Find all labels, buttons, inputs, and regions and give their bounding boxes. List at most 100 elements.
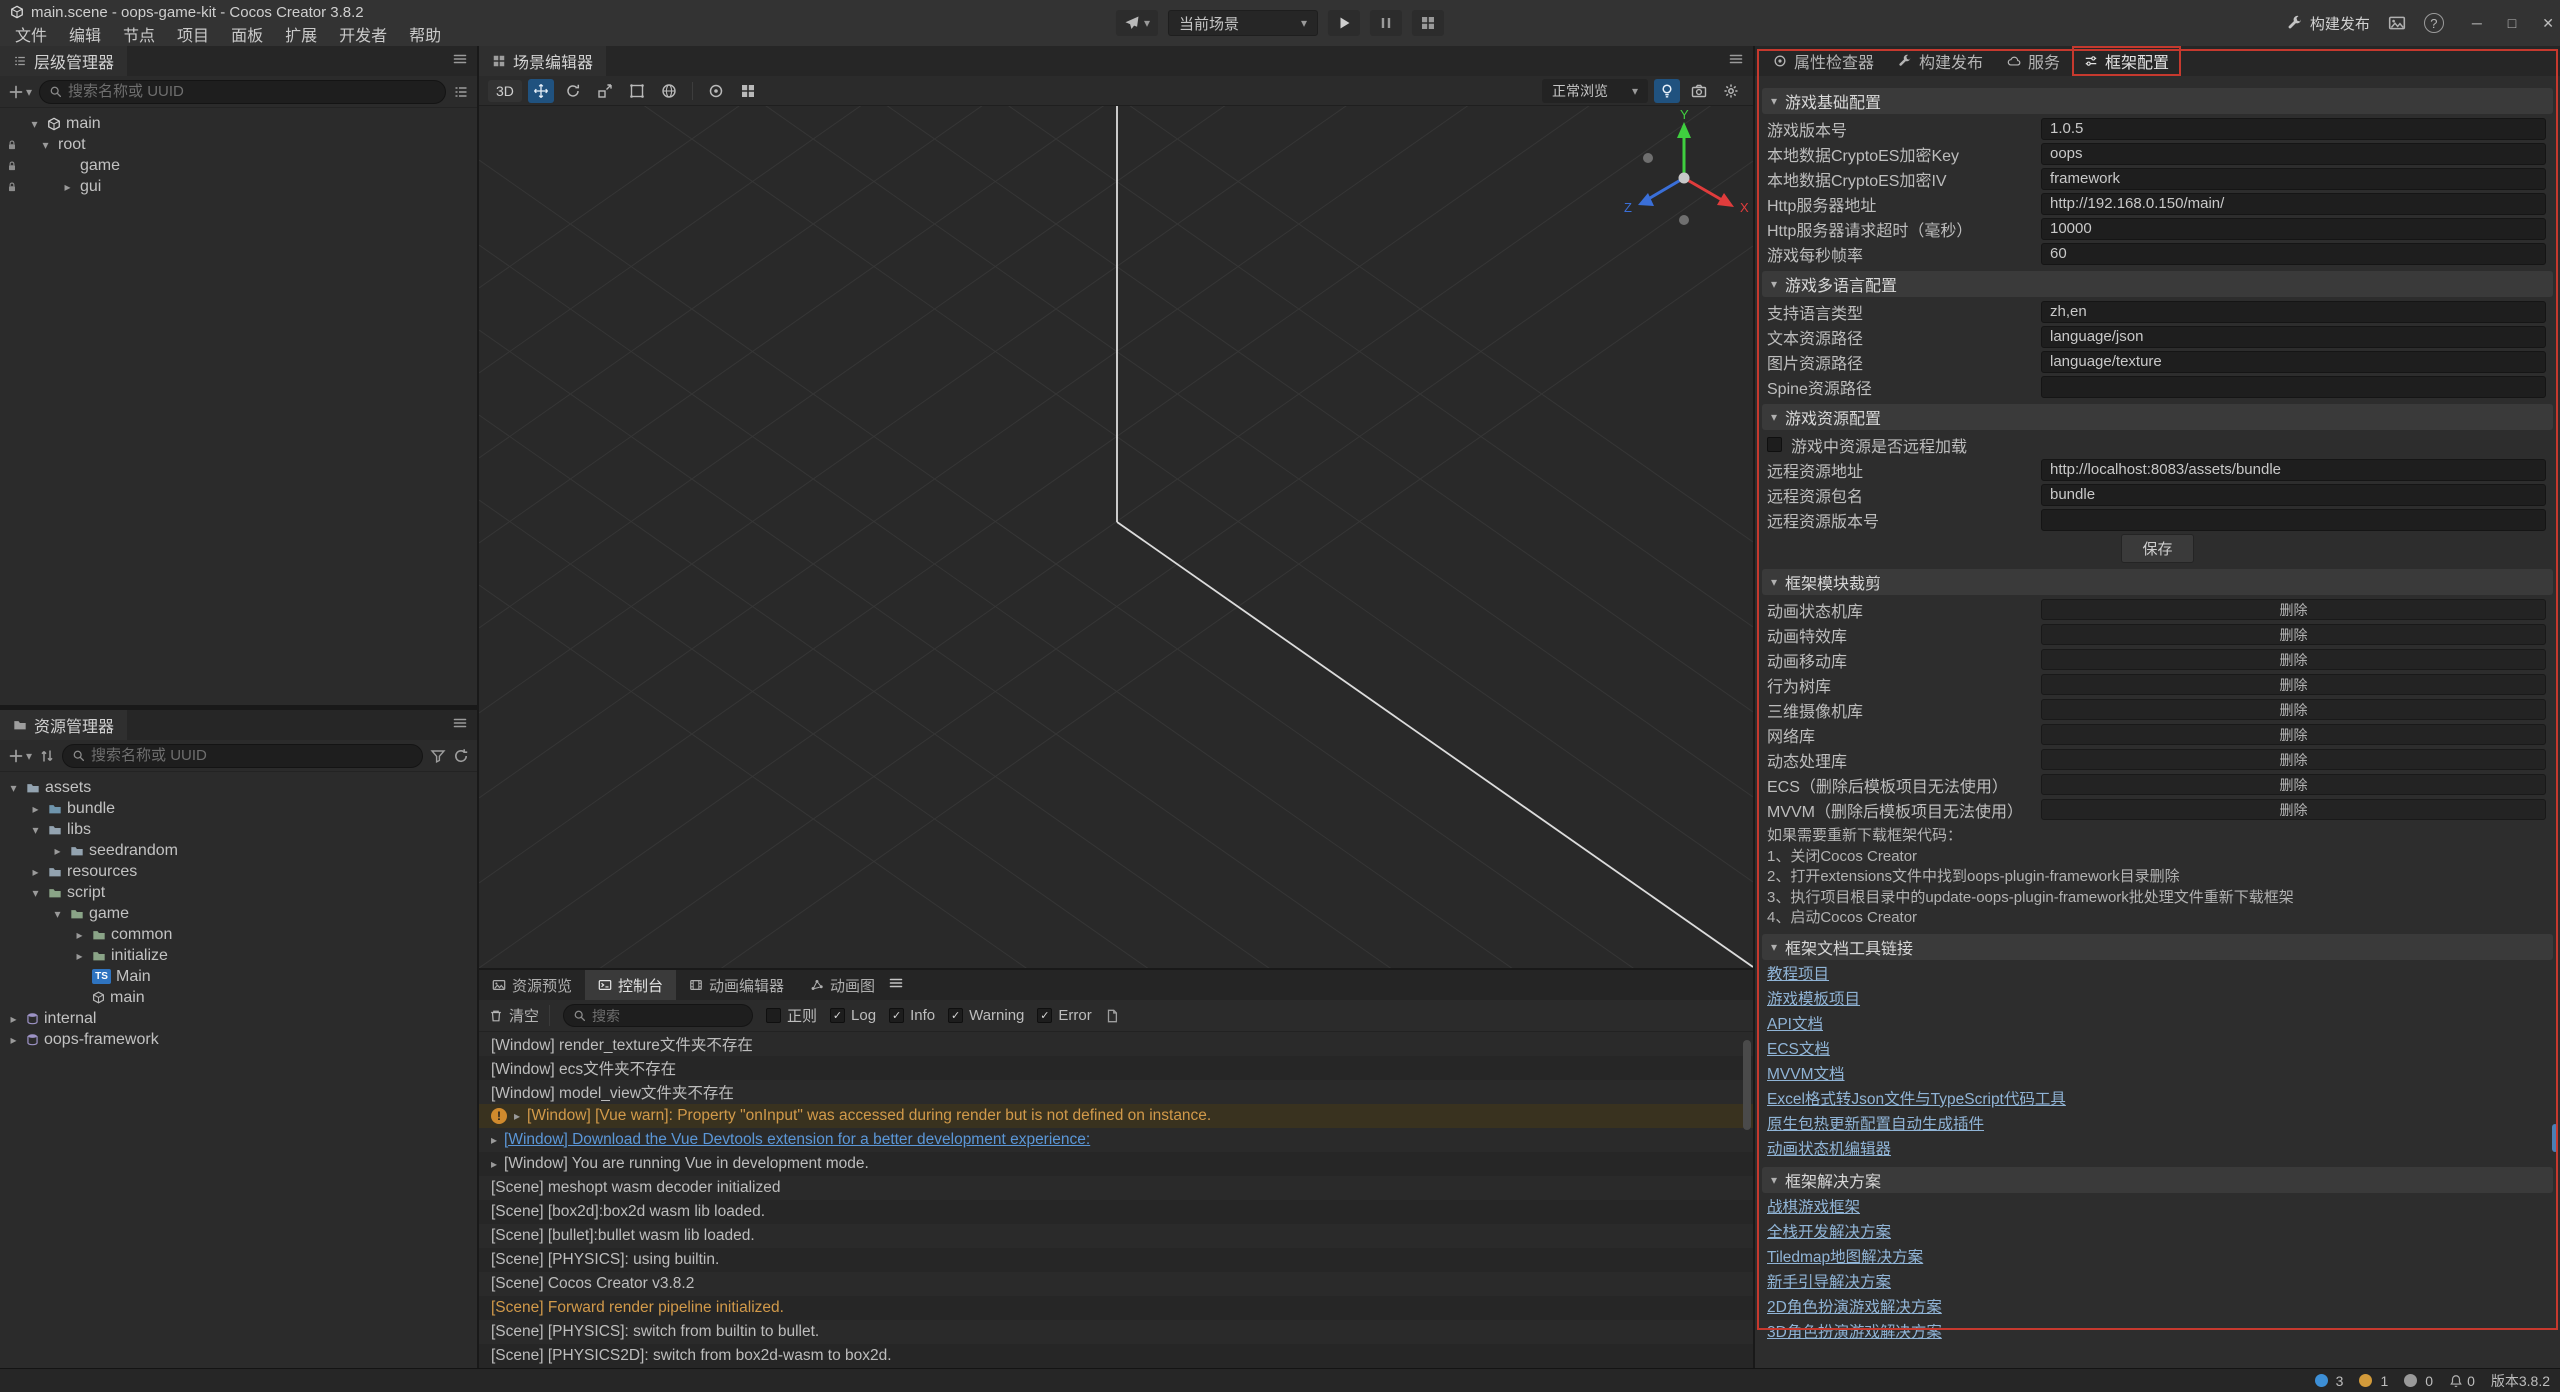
tab-console[interactable]: 控制台 <box>585 970 676 1000</box>
info-count-badge[interactable]: 3 <box>2315 1373 2344 1389</box>
asset-row-libs[interactable]: ▾ libs <box>0 819 477 840</box>
asset-row-bundle[interactable]: ▸ bundle <box>0 798 477 819</box>
tab-framework-config[interactable]: 框架配置 <box>2072 46 2181 76</box>
layout-button[interactable] <box>1412 10 1444 36</box>
remote-url-input[interactable] <box>2041 459 2546 481</box>
remote-bundle-input[interactable] <box>2041 484 2546 506</box>
scene-selector[interactable]: 当前场景 ▾ <box>1168 10 1318 36</box>
log-row-link[interactable]: ▸ [Window] Download the Vue Devtools ext… <box>479 1128 1753 1152</box>
menu-edit[interactable]: 编辑 <box>58 22 112 46</box>
doc-link-hotupdate-plugin[interactable]: 原生包热更新配置自动生成插件 <box>1755 1112 2560 1137</box>
delete-module-button[interactable]: 删除 <box>2041 699 2546 720</box>
log-row[interactable]: [Window] render_texture文件夹不存在 <box>479 1032 1753 1056</box>
tab-build-publish[interactable]: 构建发布 <box>1886 46 1995 76</box>
assets-filter-button[interactable] <box>430 748 446 764</box>
solution-link-tiledmap[interactable]: Tiledmap地图解决方案 <box>1755 1245 2560 1270</box>
assets-search[interactable] <box>62 744 423 768</box>
toggle-3d-button[interactable]: 3D <box>488 80 522 102</box>
log-row[interactable]: [Scene] [PHYSICS]: switch from builtin t… <box>479 1320 1753 1344</box>
asset-row-internal[interactable]: ▸ internal <box>0 1008 477 1029</box>
section-multi-language[interactable]: ▾ 游戏多语言配置 <box>1762 271 2553 297</box>
clear-console-button[interactable]: 清空 <box>489 1005 550 1026</box>
doc-link-mvvm[interactable]: MVVM文档 <box>1755 1062 2560 1087</box>
expanded-chevron-icon[interactable]: ▾ <box>27 117 42 131</box>
solution-link-guide[interactable]: 新手引导解决方案 <box>1755 1270 2560 1295</box>
warning-count-badge[interactable]: 1 <box>2359 1373 2388 1389</box>
expanded-chevron-icon[interactable]: ▾ <box>6 781 21 795</box>
build-publish-button[interactable]: 构建发布 <box>2287 13 2370 34</box>
solution-link-fullstack[interactable]: 全栈开发解决方案 <box>1755 1220 2560 1245</box>
expand-chevron-icon[interactable]: ▸ <box>514 1109 520 1123</box>
doc-link-template[interactable]: 游戏模板项目 <box>1755 987 2560 1012</box>
log-row[interactable]: [Scene] [PHYSICS]: using builtin. <box>479 1248 1753 1272</box>
asset-row-initialize[interactable]: ▸ initialize <box>0 945 477 966</box>
doc-link-tutorial[interactable]: 教程项目 <box>1755 962 2560 987</box>
section-game-resources[interactable]: ▾ 游戏资源配置 <box>1762 404 2553 430</box>
scale-tool-button[interactable] <box>592 79 618 103</box>
crypto-key-input[interactable] <box>2041 143 2546 165</box>
tab-animation-graph[interactable]: 动画图 <box>797 970 888 1000</box>
game-version-input[interactable] <box>2041 118 2546 140</box>
lock-icon[interactable] <box>6 160 18 172</box>
hierarchy-node-main[interactable]: ▾ main <box>0 113 477 134</box>
solution-link-2d-rpg[interactable]: 2D角色扮演游戏解决方案 <box>1755 1295 2560 1320</box>
log-row[interactable]: [Scene] meshopt wasm decoder initialized <box>479 1176 1753 1200</box>
close-button[interactable]: ✕ <box>2542 15 2554 32</box>
lock-icon[interactable] <box>6 181 18 193</box>
create-node-button[interactable]: ▾ <box>8 84 32 100</box>
menu-panel[interactable]: 面板 <box>220 22 274 46</box>
tab-service[interactable]: 服务 <box>1995 46 2072 76</box>
log-row-warning[interactable]: [Scene] Forward render pipeline initiali… <box>479 1296 1753 1320</box>
rotate-tool-button[interactable] <box>560 79 586 103</box>
section-module-trim[interactable]: ▾ 框架模块裁剪 <box>1762 569 2553 595</box>
asset-row-common[interactable]: ▸ common <box>0 924 477 945</box>
log-row[interactable]: [Scene] [box2d]:box2d wasm lib loaded. <box>479 1200 1753 1224</box>
languages-input[interactable] <box>2041 301 2546 323</box>
doc-link-excel-tool[interactable]: Excel格式转Json文件与TypeScript代码工具 <box>1755 1087 2560 1112</box>
delete-module-button[interactable]: 删除 <box>2041 774 2546 795</box>
lock-icon[interactable] <box>6 139 18 151</box>
camera-settings-button[interactable] <box>1686 79 1712 103</box>
hierarchy-node-game[interactable]: game <box>0 155 477 176</box>
help-button[interactable]: ? <box>2424 13 2444 33</box>
asset-row-resources[interactable]: ▸ resources <box>0 861 477 882</box>
asset-row-game[interactable]: ▾ game <box>0 903 477 924</box>
http-timeout-input[interactable] <box>2041 218 2546 240</box>
tab-animation-editor[interactable]: 动画编辑器 <box>676 970 797 1000</box>
lighting-toggle-button[interactable] <box>1654 79 1680 103</box>
asset-row-main-ts[interactable]: TS Main <box>0 966 477 987</box>
collapsed-chevron-icon[interactable]: ▸ <box>28 802 43 816</box>
console-scrollbar[interactable] <box>1743 1040 1751 1130</box>
tab-hierarchy[interactable]: 层级管理器 <box>0 46 127 76</box>
section-solutions[interactable]: ▾ 框架解决方案 <box>1762 1167 2553 1193</box>
menu-help[interactable]: 帮助 <box>398 22 452 46</box>
log-row[interactable]: ▸ [Window] You are running Vue in develo… <box>479 1152 1753 1176</box>
sort-assets-button[interactable] <box>39 748 55 764</box>
delete-module-button[interactable]: 删除 <box>2041 624 2546 645</box>
minimize-button[interactable]: ─ <box>2472 15 2482 31</box>
log-row[interactable]: [Window] ecs文件夹不存在 <box>479 1056 1753 1080</box>
asset-row-assets[interactable]: ▾ assets <box>0 777 477 798</box>
expand-chevron-icon[interactable]: ▸ <box>491 1157 497 1171</box>
console-search[interactable] <box>563 1004 753 1027</box>
export-log-button[interactable] <box>1105 1009 1119 1023</box>
section-game-basic-config[interactable]: ▾ 游戏基础配置 <box>1762 88 2553 114</box>
collapsed-chevron-icon[interactable]: ▸ <box>28 865 43 879</box>
assets-menu-button[interactable] <box>452 715 468 736</box>
crypto-iv-input[interactable] <box>2041 168 2546 190</box>
scene-viewport[interactable]: Y X Z <box>479 106 1753 968</box>
rect-tool-button[interactable] <box>624 79 650 103</box>
hierarchy-filter-button[interactable] <box>453 84 469 100</box>
maximize-button[interactable]: □ <box>2508 15 2516 31</box>
log-row[interactable]: [Scene] [PHYSICS2D]: switch from box2d-w… <box>479 1344 1753 1368</box>
doc-link-api[interactable]: API文档 <box>1755 1012 2560 1037</box>
doc-link-ecs[interactable]: ECS文档 <box>1755 1037 2560 1062</box>
gizmo-space-button[interactable] <box>656 79 682 103</box>
asset-row-oops-framework[interactable]: ▸ oops-framework <box>0 1029 477 1050</box>
filter-info-checkbox[interactable]: ✓ Info <box>889 1007 935 1024</box>
delete-module-button[interactable]: 删除 <box>2041 674 2546 695</box>
collapsed-chevron-icon[interactable]: ▸ <box>60 180 75 194</box>
hierarchy-node-gui[interactable]: ▸ gui <box>0 176 477 197</box>
delete-module-button[interactable]: 删除 <box>2041 724 2546 745</box>
log-row[interactable]: [Scene] [bullet]:bullet wasm lib loaded. <box>479 1224 1753 1248</box>
